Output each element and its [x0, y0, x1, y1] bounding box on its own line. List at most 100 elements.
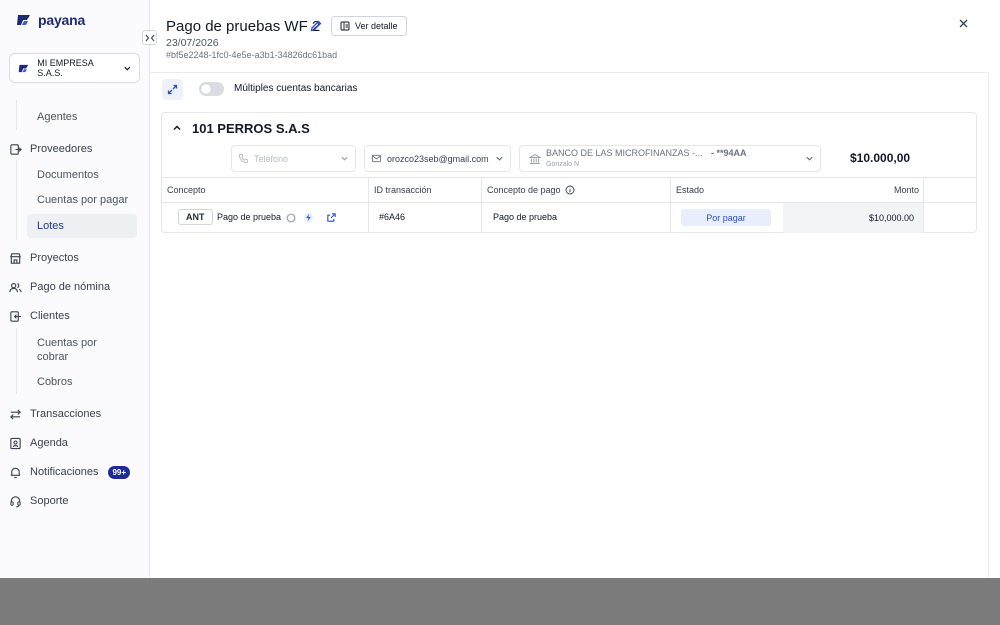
arrows-swap-icon [10, 408, 21, 420]
ver-detalle-button[interactable]: Ver detalle [331, 16, 407, 36]
phone-field[interactable]: Teléfono [231, 145, 356, 172]
table-row[interactable]: ANT Pago de prueba #6A46 Pago de prueba … [162, 177, 976, 233]
row-id-transaccion: #6A46 [379, 212, 406, 222]
sidebar-item-soporte[interactable]: Soporte [9, 491, 69, 511]
sidebar-item-transacciones[interactable]: Transacciones [9, 404, 101, 424]
multiple-accounts-label: Múltiples cuentas bancarias [234, 83, 358, 94]
bell-icon [10, 467, 21, 478]
sidebar-item-cuentas-por-cobrar[interactable]: Cuentas por cobrar [37, 336, 97, 364]
bank-account-number: - **94AA [711, 147, 747, 158]
nav-tree-line [16, 160, 17, 240]
sidebar-item-label: cobrar [37, 351, 69, 363]
batch-date: 23/07/2026 [166, 37, 219, 49]
company-selector[interactable]: MI EMPRESA S.A.S. [9, 53, 140, 83]
mail-icon [371, 154, 382, 163]
sidebar-item-proyectos[interactable]: Proyectos [9, 248, 79, 268]
sidebar-item-proveedores[interactable]: Proveedores [9, 139, 92, 159]
bank-name: BANCO DE LAS MICROFINANZAS -... [546, 147, 703, 158]
external-link-icon[interactable] [326, 212, 337, 223]
users-icon [9, 282, 22, 292]
sidebar-item-documentos[interactable]: Documentos [37, 169, 99, 181]
email-field[interactable]: orozco23seb@gmail.com [364, 145, 511, 172]
table-header: Concepto ID transacción Concepto de pago… [162, 177, 976, 203]
detail-panel-icon [340, 21, 350, 31]
bank-info: BANCO DE LAS MICROFINANZAS -... - **94AA… [546, 148, 747, 170]
chevron-down-icon [341, 156, 348, 161]
phone-placeholder: Teléfono [254, 153, 289, 164]
sidebar-item-agenda[interactable]: Agenda [9, 433, 68, 453]
vendor-total: $10.000,00 [850, 151, 911, 165]
document-in-icon [10, 310, 22, 322]
contact-book-icon [10, 437, 21, 449]
row-monto: $10,000.00 [868, 213, 914, 223]
expand-button[interactable] [162, 79, 183, 100]
nav-tree-line [16, 328, 17, 394]
sidebar-item-label: Pago de nómina [30, 281, 111, 293]
pencil-icon[interactable] [309, 19, 323, 33]
col-concepto-pago-label: Concepto de pago [487, 185, 561, 195]
sidebar-item-label: Notificaciones [30, 466, 99, 478]
nav-tree-line [16, 100, 17, 130]
payana-logo[interactable]: payana [16, 12, 85, 28]
col-concepto: Concepto [167, 185, 206, 195]
email-value: orozco23seb@gmail.com [387, 153, 489, 164]
sidebar-item-cuentas-por-pagar[interactable]: Cuentas por pagar [37, 194, 128, 206]
pending-circle-icon [286, 213, 296, 223]
sidebar-item-cobros[interactable]: Cobros [37, 376, 72, 388]
main-panel: Pago de pruebas WF 2 Ver detalle 23/07/2… [150, 0, 1000, 578]
bank-holder: Gonzalo N [546, 160, 580, 168]
batch-id: #bf5e2248-1fc0-4e5e-a3b1-34826dc61bad [166, 50, 338, 60]
info-icon[interactable] [565, 185, 575, 195]
chevron-up-icon[interactable] [172, 123, 182, 133]
chevron-down-icon [123, 66, 130, 71]
sidebar-item-label: Soporte [30, 495, 69, 507]
sidebar-item-clientes[interactable]: Clientes [9, 306, 70, 326]
sidebar-item-pago-nomina[interactable]: Pago de nómina [9, 277, 110, 297]
payana-logo-icon [17, 15, 30, 25]
row-concepto: Pago de prueba [217, 212, 282, 222]
column-divider [368, 177, 369, 233]
sidebar-item-label: Transacciones [30, 408, 102, 420]
expand-arrows-icon [167, 84, 178, 95]
sidebar-item-label: Proveedores [30, 143, 93, 155]
bank-icon [529, 153, 541, 164]
chevron-down-icon [806, 156, 813, 161]
document-out-icon [10, 143, 22, 155]
phone-icon [238, 153, 249, 164]
company-logo-icon [18, 64, 29, 72]
chevron-down-icon [496, 156, 503, 161]
row-concepto-pago: Pago de prueba [493, 212, 558, 222]
headset-icon [10, 495, 21, 507]
column-divider [481, 177, 482, 233]
collapse-arrows-icon [145, 34, 154, 41]
header-divider [150, 72, 988, 73]
scroll-gutter-divider [988, 73, 989, 578]
sidebar-item-lotes[interactable]: Lotes [27, 214, 137, 238]
sidebar-item-label: Cuentas por [37, 337, 97, 349]
concept-tag: ANT [178, 209, 213, 225]
logo-text: payana [38, 12, 86, 28]
company-name: MI EMPRESA S.A.S. [37, 58, 94, 78]
vendor-card: 101 PERROS S.A.S Teléfono orozco23seb@gm… [161, 112, 977, 233]
col-concepto-pago: Concepto de pago [487, 185, 575, 195]
vendor-name: 101 PERROS S.A.S [192, 121, 310, 136]
notifications-badge: 99+ [108, 465, 131, 479]
column-divider [923, 178, 924, 202]
lightning-icon[interactable] [303, 212, 314, 223]
column-divider [923, 203, 924, 233]
status-badge: Por pagar [681, 209, 771, 226]
bottom-overlay-strip [0, 578, 1000, 625]
store-icon [10, 252, 21, 264]
sidebar-item-label: Proyectos [30, 252, 79, 264]
col-estado: Estado [676, 185, 705, 195]
close-icon[interactable] [958, 18, 969, 29]
sidebar-item-label: Clientes [30, 310, 70, 322]
row-monto-cell: $10,000.00 [783, 203, 924, 233]
sidebar-item-notificaciones[interactable]: Notificaciones 99+ [9, 462, 131, 482]
bank-account-field[interactable]: BANCO DE LAS MICROFINANZAS -... - **94AA… [519, 145, 821, 172]
sidebar-item-agentes[interactable]: Agentes [37, 111, 77, 123]
col-id-transaccion: ID transacción [374, 185, 432, 195]
collapse-sidebar-button[interactable] [142, 30, 157, 45]
ver-detalle-label: Ver detalle [355, 21, 398, 31]
multiple-accounts-toggle[interactable] [199, 82, 224, 96]
